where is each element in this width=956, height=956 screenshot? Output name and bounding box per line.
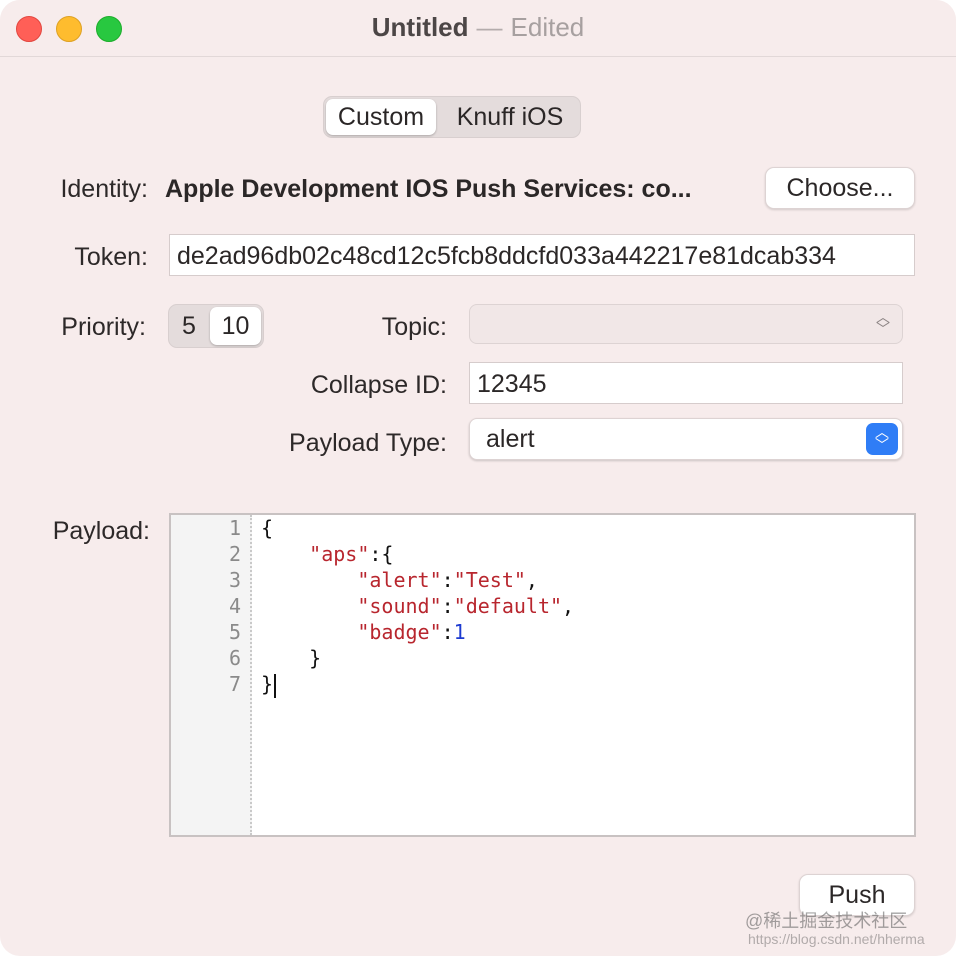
code-token: :: [441, 620, 454, 644]
line-number-gutter: 1 2 3 4 5 6 7: [171, 515, 252, 835]
window-title: Untitled — Edited: [0, 10, 956, 44]
code-line: "sound":"default",: [261, 593, 574, 619]
token-label: Token:: [74, 243, 148, 271]
watermark-url: https://blog.csdn.net/hherma: [748, 931, 925, 947]
token-field[interactable]: de2ad96db02c48cd12c5fcb8ddcfd033a442217e…: [169, 234, 915, 276]
topic-popup[interactable]: ︿ ﹀: [469, 304, 903, 344]
priority-option-5[interactable]: 5: [171, 307, 207, 345]
line-number: 5: [228, 620, 241, 644]
code-line: }: [261, 671, 277, 698]
app-window: Untitled — Edited Custom Knuff iOS Identit…: [0, 0, 956, 956]
payload-type-value: alert: [486, 425, 535, 453]
line-number: 1: [228, 516, 241, 540]
code-token: }: [261, 672, 274, 696]
code-token: ,: [562, 594, 575, 618]
code-token: ,: [525, 568, 538, 592]
collapse-id-field[interactable]: 12345: [469, 362, 903, 404]
code-number: 1: [453, 620, 466, 644]
collapse-id-label: Collapse ID:: [310, 371, 447, 399]
text-caret: [274, 673, 277, 698]
code-key: "aps": [309, 542, 370, 566]
window-title-text: Untitled: [371, 12, 469, 42]
line-number: 7: [228, 672, 241, 696]
line-number: 2: [228, 542, 241, 566]
code-line: "aps":{: [261, 541, 393, 567]
topic-label: Topic:: [381, 313, 447, 341]
code-string: "Test": [453, 568, 526, 592]
payload-type-popup[interactable]: alert ︿ ﹀: [469, 418, 903, 460]
choose-identity-button[interactable]: Choose...: [765, 167, 915, 209]
code-line: {: [261, 515, 273, 541]
identity-value: Apple Development IOS Push Services: co.…: [165, 175, 692, 203]
line-number: 3: [228, 568, 241, 592]
title-status: Edited: [510, 12, 585, 42]
priority-segmented-control: 5 10: [168, 304, 264, 348]
code-key: "alert": [357, 568, 442, 592]
code-line: "alert":"Test",: [261, 567, 538, 593]
payload-type-label: Payload Type:: [289, 429, 447, 457]
title-bar[interactable]: Untitled — Edited: [0, 0, 956, 57]
payload-editor[interactable]: 1 2 3 4 5 6 7 { "aps":{ "alert":"Test", …: [169, 513, 916, 837]
code-token: }: [309, 646, 322, 670]
tab-knuff-ios[interactable]: Knuff iOS: [442, 99, 578, 135]
payload-label: Payload:: [52, 517, 150, 545]
watermark-text: @稀土掘金技术社区: [745, 911, 908, 931]
identity-label: Identity:: [60, 175, 148, 203]
tab-custom[interactable]: Custom: [326, 99, 436, 135]
code-key: "sound": [357, 594, 442, 618]
up-down-chevron-icon: ︿ ﹀: [876, 309, 890, 337]
popup-chevron-icon: ︿ ﹀: [866, 423, 898, 455]
code-token: {: [261, 516, 274, 540]
code-line: }: [261, 645, 321, 671]
priority-label: Priority:: [61, 313, 146, 341]
code-line: "badge":1: [261, 619, 466, 645]
code-token: :: [441, 594, 454, 618]
code-string: "default": [453, 594, 563, 618]
mode-segmented-control: Custom Knuff iOS: [323, 96, 581, 138]
code-key: "badge": [357, 620, 442, 644]
code-token: :{: [369, 542, 394, 566]
line-number: 6: [228, 646, 241, 670]
priority-option-10[interactable]: 10: [210, 307, 261, 345]
title-separator: —: [476, 12, 503, 42]
code-token: :: [441, 568, 454, 592]
line-number: 4: [228, 594, 241, 618]
